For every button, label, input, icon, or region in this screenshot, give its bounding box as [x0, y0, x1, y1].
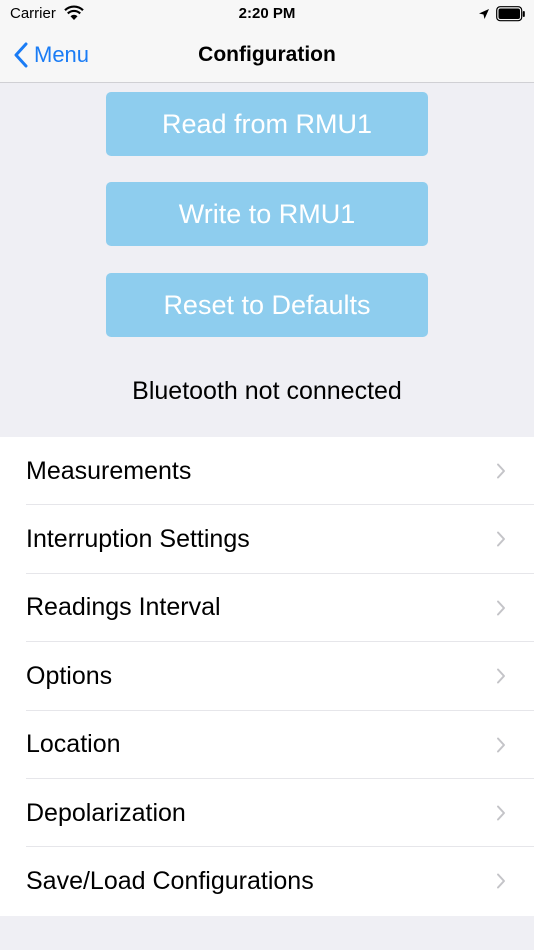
- chevron-right-icon: [497, 805, 505, 821]
- menu-item-depolarization[interactable]: Depolarization: [0, 779, 534, 848]
- menu-item-location[interactable]: Location: [0, 711, 534, 779]
- menu-item-label: Readings Interval: [26, 593, 221, 622]
- connection-status: Bluetooth not connected: [132, 377, 402, 405]
- menu-item-readings-interval[interactable]: Readings Interval: [0, 574, 534, 643]
- menu-item-save-load-configurations[interactable]: Save/Load Configurations: [0, 847, 534, 915]
- chevron-right-icon: [497, 531, 505, 547]
- menu-item-label: Save/Load Configurations: [26, 867, 314, 896]
- write-to-rmu-button[interactable]: Write to RMU1: [106, 182, 428, 246]
- menu-item-label: Depolarization: [26, 798, 186, 827]
- navigation-bar: Menu Configuration: [0, 30, 534, 83]
- menu-item-measurements[interactable]: Measurements: [0, 437, 534, 506]
- menu-item-label: Options: [26, 661, 113, 690]
- page-title: Configuration: [198, 43, 336, 66]
- clock: 2:20 PM: [238, 5, 296, 22]
- location-arrow-icon: [478, 7, 490, 25]
- chevron-right-icon: [497, 463, 505, 479]
- status-bar: Carrier 2:20 PM: [0, 0, 534, 30]
- chevron-right-icon: [497, 600, 505, 616]
- chevron-right-icon: [497, 737, 505, 753]
- chevron-right-icon: [497, 668, 505, 684]
- menu-item-label: Measurements: [26, 456, 192, 485]
- menu-item-options[interactable]: Options: [0, 642, 534, 711]
- menu-item-label: Interruption Settings: [26, 525, 250, 554]
- read-from-rmu-button[interactable]: Read from RMU1: [106, 92, 428, 156]
- chevron-right-icon: [497, 873, 505, 889]
- reset-to-defaults-button[interactable]: Reset to Defaults: [106, 273, 428, 337]
- battery-icon: [496, 6, 526, 27]
- menu-item-interruption-settings[interactable]: Interruption Settings: [0, 505, 534, 574]
- menu-item-label: Location: [26, 730, 121, 759]
- configuration-menu: Measurements Interruption Settings Readi…: [0, 437, 534, 916]
